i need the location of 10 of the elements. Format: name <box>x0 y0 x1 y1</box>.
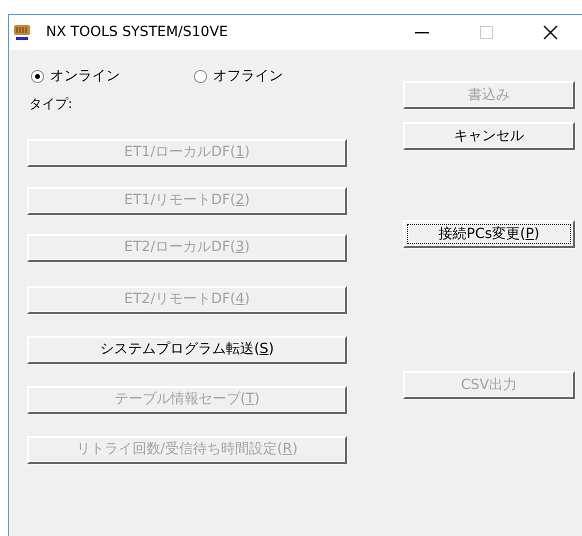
close-icon[interactable] <box>542 25 558 40</box>
radio-option[interactable]: オンライン <box>31 66 194 86</box>
window-title: NX TOOLS SYSTEM/S10VE <box>46 23 228 42</box>
dialog-button[interactable]: 接続PCs変更(P) <box>403 220 575 248</box>
radio-option[interactable]: オフライン <box>194 66 283 86</box>
type-label: タイプ: <box>29 96 74 114</box>
app-icon <box>13 24 31 42</box>
minimize-icon[interactable] <box>415 32 429 34</box>
dialog-button[interactable]: キャンセル <box>403 122 575 150</box>
dialog-button[interactable]: システムプログラム転送(S) <box>27 336 347 364</box>
